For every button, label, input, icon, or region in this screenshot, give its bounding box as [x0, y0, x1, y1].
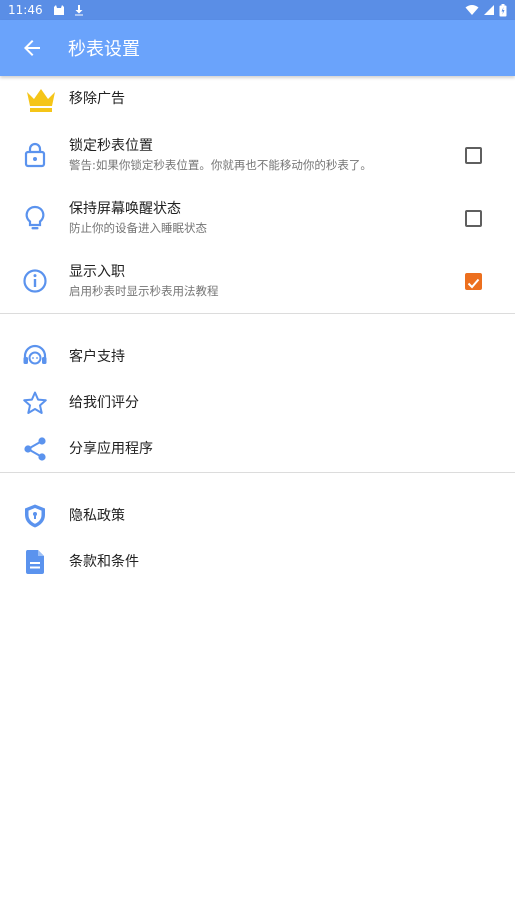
info-icon	[22, 268, 48, 294]
cat-notification-icon	[53, 5, 64, 15]
page-title: 秒表设置	[68, 39, 140, 60]
lock-icon	[22, 142, 48, 168]
remove-ads-label: 移除广告	[69, 91, 125, 107]
lock-position-description: 警告:如果你锁定秒表位置。你就再也不能移动你的秒表了。	[69, 158, 372, 172]
show-onboarding-checkbox[interactable]	[465, 273, 482, 290]
lightbulb-icon	[22, 205, 48, 231]
share-app-label: 分享应用程序	[69, 441, 153, 457]
crown-icon	[24, 85, 58, 115]
status-time: 11:46	[8, 3, 43, 17]
remove-ads-item[interactable]: 移除广告	[0, 80, 515, 120]
checkmark-icon	[467, 278, 480, 289]
lock-position-item[interactable]: 锁定秒表位置 警告:如果你锁定秒表位置。你就再也不能移动你的秒表了。	[0, 128, 515, 182]
terms-conditions-label: 条款和条件	[69, 554, 139, 570]
customer-support-label: 客户支持	[69, 349, 125, 365]
headset-icon	[22, 344, 48, 370]
share-app-item[interactable]: 分享应用程序	[0, 432, 515, 466]
privacy-policy-item[interactable]: 隐私政策	[0, 499, 515, 533]
share-icon	[22, 436, 48, 462]
lock-position-checkbox[interactable]	[465, 147, 482, 164]
section-divider	[0, 472, 515, 473]
customer-support-item[interactable]: 客户支持	[0, 340, 515, 374]
lock-position-label: 锁定秒表位置	[69, 138, 153, 154]
keep-awake-checkbox[interactable]	[465, 210, 482, 227]
app-toolbar: 秒表设置	[0, 20, 515, 76]
section-divider	[0, 313, 515, 314]
back-arrow-icon[interactable]	[20, 36, 44, 60]
download-icon	[74, 5, 83, 16]
terms-conditions-item[interactable]: 条款和条件	[0, 545, 515, 579]
privacy-policy-label: 隐私政策	[69, 508, 125, 524]
document-icon	[22, 549, 48, 575]
show-onboarding-description: 启用秒表时显示秒表用法教程	[69, 284, 219, 298]
keep-awake-label: 保持屏幕唤醒状态	[69, 201, 181, 217]
show-onboarding-label: 显示入职	[69, 264, 125, 280]
keep-awake-item[interactable]: 保持屏幕唤醒状态 防止你的设备进入睡眠状态	[0, 191, 515, 245]
show-onboarding-item[interactable]: 显示入职 启用秒表时显示秒表用法教程	[0, 254, 515, 308]
status-bar: 11:46	[0, 0, 515, 20]
battery-icon	[499, 3, 507, 16]
shield-icon	[22, 503, 48, 529]
wifi-icon	[465, 5, 479, 15]
keep-awake-description: 防止你的设备进入睡眠状态	[69, 221, 207, 235]
rate-us-label: 给我们评分	[69, 395, 139, 411]
rate-us-item[interactable]: 给我们评分	[0, 386, 515, 420]
signal-icon	[484, 5, 494, 15]
star-icon	[22, 390, 48, 416]
